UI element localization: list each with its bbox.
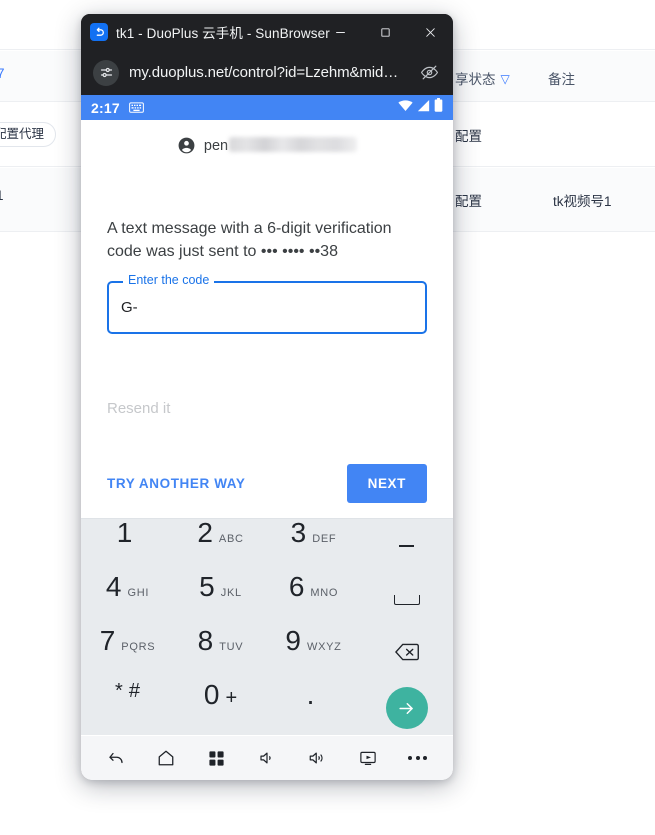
code-input-value: G- <box>121 299 138 317</box>
screencast-icon[interactable] <box>351 741 385 775</box>
next-button[interactable]: NEXT <box>346 464 427 503</box>
key-sublabel: JKL <box>220 587 242 599</box>
account-chip[interactable]: pen <box>81 120 453 155</box>
column-header-share-status[interactable]: 享状态 ▽ <box>455 68 510 88</box>
key-4[interactable]: 4 GHI <box>81 573 174 627</box>
key-period[interactable]: . <box>267 681 360 735</box>
verification-message: A text message with a 6-digit verificati… <box>107 220 392 261</box>
code-input[interactable]: G- <box>107 281 427 335</box>
key-sublabel: GHI <box>127 587 150 599</box>
key-0[interactable]: 0 + <box>174 681 267 735</box>
dash-key-icon <box>399 545 414 547</box>
code-input-label: Enter the code <box>123 273 215 288</box>
redacted-email-block <box>229 137 358 152</box>
duoplus-logo-icon <box>90 23 108 41</box>
key-sublabel: + <box>225 687 238 709</box>
numeric-keyboard[interactable]: 1 2 ABC 3 DEF 4 GHI 5 JKL 6 MNO 7 PQRS 8 TUV 9W… <box>81 518 453 735</box>
key-send[interactable] <box>360 681 453 735</box>
try-another-way-link[interactable]: TRY ANOTHER WAY <box>107 476 246 491</box>
key-sublabel: TUV <box>219 641 244 653</box>
home-icon[interactable] <box>149 741 183 775</box>
key-label: 0 <box>203 679 220 710</box>
signal-icon <box>417 99 430 117</box>
column-header-note[interactable]: 备注 <box>548 68 575 88</box>
key-label: 4 <box>105 571 122 602</box>
battery-icon <box>434 98 443 117</box>
key-sublabel: DEF <box>312 533 337 545</box>
key-2[interactable]: 2 ABC <box>174 519 267 573</box>
cell-note[interactable]: tk视频号1 <box>553 190 612 210</box>
key-dash[interactable] <box>360 519 453 573</box>
key-1[interactable]: 1 <box>81 519 174 573</box>
resend-link[interactable]: Resend it <box>107 400 427 417</box>
android-statusbar: 2:17 <box>81 95 453 120</box>
browser-urlbar[interactable]: my.duoplus.net/control?id=Lzehm&mid… <box>81 50 453 95</box>
window-title: tk1 - DuoPlus 云手机 - SunBrowser <box>116 26 330 41</box>
status-time: 2:17 <box>91 99 120 116</box>
cell-id-fragment: 1 <box>0 188 4 203</box>
backspace-key-icon <box>394 643 419 666</box>
key-5[interactable]: 5 JKL <box>174 573 267 627</box>
send-arrow-icon <box>385 687 428 729</box>
tune-settings-icon[interactable] <box>93 59 119 86</box>
account-name-text: pen <box>203 138 229 154</box>
key-space[interactable] <box>360 573 453 627</box>
volume-down-icon[interactable] <box>250 741 284 775</box>
key-7[interactable]: 7 PQRS <box>81 627 174 681</box>
key-8[interactable]: 8 TUV <box>174 627 267 681</box>
code-field-wrapper[interactable]: G- Enter the code <box>107 273 427 335</box>
url-text[interactable]: my.duoplus.net/control?id=Lzehm&mid… <box>129 64 407 81</box>
key-sublabel: MNO <box>310 587 339 599</box>
cloud-phone-viewport[interactable]: 2:17 pen A text message with a 6-digit v… <box>81 95 453 780</box>
eye-off-icon[interactable] <box>417 61 441 85</box>
key-backspace[interactable] <box>360 627 453 681</box>
key-star-hash[interactable]: * # <box>81 681 174 735</box>
account-circle-icon <box>177 136 196 155</box>
account-name: pen <box>203 137 358 154</box>
volume-up-icon[interactable] <box>300 741 334 775</box>
configure-proxy-button[interactable]: 配置代理 <box>0 122 57 147</box>
more-icon[interactable] <box>401 741 435 775</box>
key-label: . <box>306 679 315 710</box>
key-6[interactable]: 6 MNO <box>267 573 360 627</box>
key-label: * <box>115 680 123 702</box>
google-verification-screen[interactable]: pen A text message with a 6-digit verifi… <box>81 120 453 518</box>
cell-count-link[interactable]: 7 <box>0 66 5 81</box>
key-label: 7 <box>99 625 116 656</box>
android-navbar[interactable] <box>81 735 453 780</box>
key-label: 5 <box>199 571 215 602</box>
sunbrowser-window[interactable]: tk1 - DuoPlus 云手机 - SunBrowser my.duoplu… <box>81 14 453 780</box>
key-label: 2 <box>197 517 213 548</box>
key-sublabel: WXYZ <box>307 641 342 653</box>
window-controls[interactable] <box>318 14 453 50</box>
status-indicators <box>398 98 443 117</box>
more-dots <box>408 756 428 760</box>
filter-icon[interactable]: ▽ <box>501 72 510 86</box>
wifi-icon <box>398 99 413 117</box>
close-icon[interactable] <box>408 14 453 50</box>
key-sublabel: PQRS <box>121 641 156 653</box>
minimize-icon[interactable] <box>318 14 363 50</box>
key-label: 9 <box>285 625 301 656</box>
space-key-icon <box>393 595 420 605</box>
keyboard-icon <box>128 102 144 113</box>
key-label: 8 <box>197 625 214 656</box>
key-3[interactable]: 3 DEF <box>267 519 360 573</box>
window-titlebar[interactable]: tk1 - DuoPlus 云手机 - SunBrowser <box>81 14 453 50</box>
action-row[interactable]: TRY ANOTHER WAY NEXT <box>81 464 453 503</box>
cell-share-status[interactable]: 配置 <box>455 190 482 210</box>
recent-apps-icon[interactable] <box>200 741 234 775</box>
key-label: 6 <box>288 571 305 602</box>
key-label: 1 <box>116 517 133 548</box>
key-label: 3 <box>290 517 307 548</box>
key-9[interactable]: 9 WXYZ <box>267 627 360 681</box>
back-icon[interactable] <box>99 741 133 775</box>
maximize-icon[interactable] <box>363 14 408 50</box>
cell-share-status[interactable]: 配置 <box>455 125 482 145</box>
key-sublabel: ABC <box>218 533 244 545</box>
key-sublabel: # <box>128 680 140 702</box>
